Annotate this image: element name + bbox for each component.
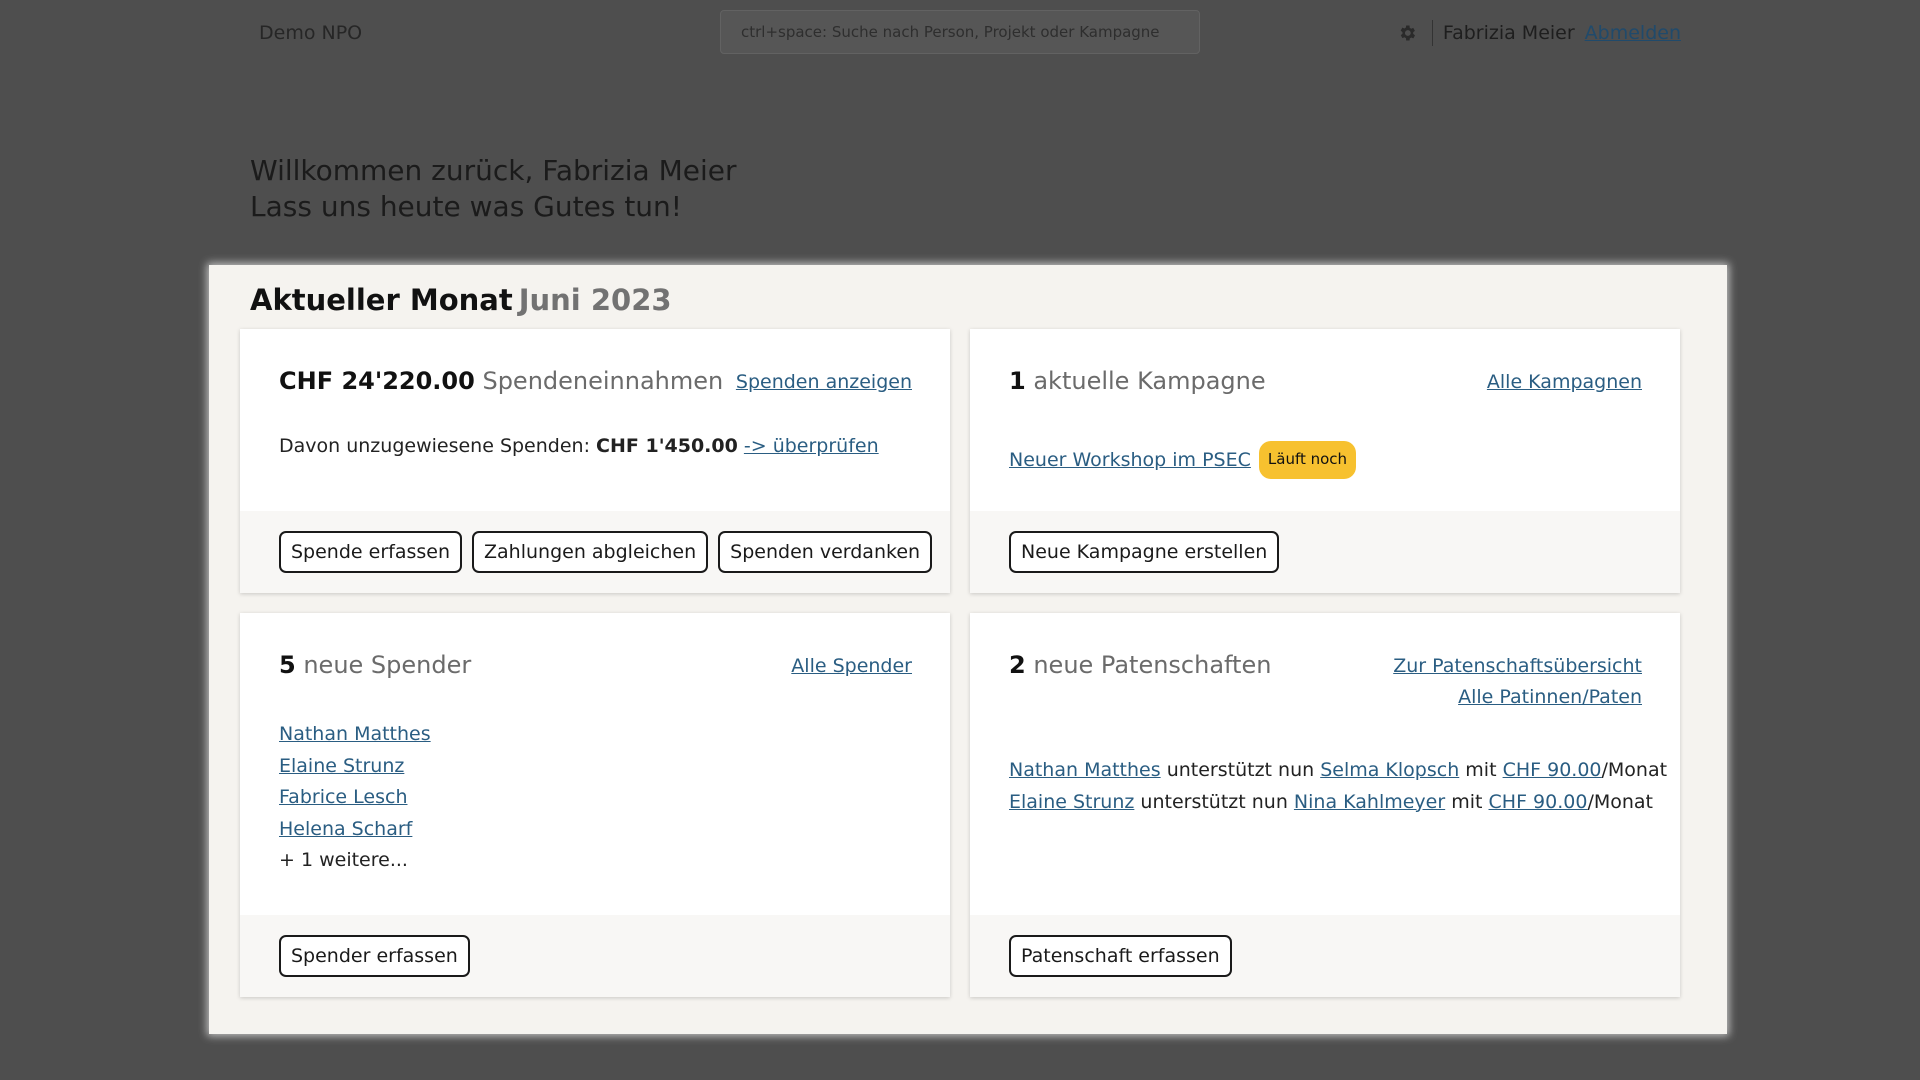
show-donations-link[interactable]: Spenden anzeigen	[736, 367, 912, 398]
campaign-list: Neuer Workshop im PSEC Läuft noch	[1009, 441, 1642, 479]
card-footer: Neue Kampagne erstellen	[970, 511, 1680, 593]
brand-name[interactable]: Demo NPO	[259, 22, 362, 44]
list-item: Helena Scharf	[279, 814, 912, 846]
donations-card: CHF 24'220.00 Spendeneinnahmen Spenden a…	[240, 329, 950, 593]
card-header: CHF 24'220.00 Spendeneinnahmen Spenden a…	[279, 367, 912, 398]
record-donor-button[interactable]: Spender erfassen	[279, 935, 470, 977]
more-donors: + 1 weitere...	[279, 849, 408, 871]
list-item: Nathan Matthes unterstützt nun Selma Klo…	[1009, 755, 1667, 787]
donor-link[interactable]: Nathan Matthes	[279, 723, 431, 745]
sponsorships-label: neue Patenschaften	[1033, 651, 1272, 679]
sponsorships-metric: 2 neue Patenschaften	[1009, 651, 1271, 679]
donors-label: neue Spender	[303, 651, 472, 679]
list-item: Nathan Matthes	[279, 719, 912, 751]
logout-link[interactable]: Abmelden	[1585, 22, 1681, 44]
sponsorship-list: Nathan Matthes unterstützt nun Selma Klo…	[1009, 755, 1667, 819]
donor-link[interactable]: Elaine Strunz	[279, 755, 404, 777]
per-month-text: /Monat	[1601, 759, 1668, 781]
unassigned-donations: Davon unzugewiesene Spenden: CHF 1'450.0…	[279, 435, 912, 457]
amount-link[interactable]: CHF 90.00	[1489, 791, 1588, 813]
search-input[interactable]	[720, 10, 1200, 54]
campaigns-card: 1 aktuelle Kampagne Alle Kampagnen Neuer…	[970, 329, 1680, 593]
supports-text: unterstützt nun	[1140, 790, 1288, 813]
card-footer: Spender erfassen	[240, 915, 950, 997]
unassigned-amount: CHF 1'450.00	[596, 435, 738, 457]
donors-count: 5	[279, 651, 296, 679]
welcome-message: Willkommen zurück, Fabrizia Meier Lass u…	[250, 153, 737, 225]
sponsorships-card: 2 neue Patenschaften Zur Patenschaftsübe…	[970, 613, 1680, 997]
welcome-line-1: Willkommen zurück, Fabrizia Meier	[250, 154, 737, 187]
donor-link[interactable]: Helena Scharf	[279, 818, 412, 840]
list-item: Elaine Strunz	[279, 751, 912, 783]
per-month-text: /Monat	[1587, 790, 1653, 813]
user-name: Fabrizia Meier	[1442, 22, 1575, 44]
campaigns-count: 1	[1009, 367, 1026, 395]
donors-card: 5 neue Spender Alle Spender Nathan Matth…	[240, 613, 950, 997]
status-badge: Läuft noch	[1258, 441, 1357, 479]
top-bar: Demo NPO Fabrizia Meier Abmelden	[0, 0, 1920, 66]
card-header: 5 neue Spender Alle Spender	[279, 651, 912, 682]
current-month-panel: Aktueller Monat Juni 2023 CHF 24'220.00 S…	[209, 265, 1727, 1034]
donors-metric: 5 neue Spender	[279, 651, 471, 679]
child-link[interactable]: Selma Klopsch	[1320, 759, 1459, 781]
sponsor-link[interactable]: Nathan Matthes	[1009, 759, 1161, 781]
create-campaign-button[interactable]: Neue Kampagne erstellen	[1009, 531, 1280, 573]
donations-amount: CHF 24'220.00	[279, 367, 475, 395]
record-donation-button[interactable]: Spende erfassen	[279, 531, 463, 573]
list-item: Fabrice Lesch	[279, 782, 912, 814]
thank-donations-button[interactable]: Spenden verdanken	[718, 531, 933, 573]
gear-icon[interactable]	[1396, 22, 1418, 44]
campaigns-label: aktuelle Kampagne	[1033, 367, 1266, 395]
card-footer: Patenschaft erfassen	[970, 915, 1680, 997]
unassigned-label: Davon unzugewiesene Spenden:	[279, 435, 590, 457]
panel-title: Aktueller Monat Juni 2023	[250, 283, 672, 317]
sponsorships-count: 2	[1009, 651, 1026, 679]
campaigns-metric: 1 aktuelle Kampagne	[1009, 367, 1266, 395]
child-link[interactable]: Nina Kahlmeyer	[1294, 791, 1445, 813]
donations-metric: CHF 24'220.00 Spendeneinnahmen	[279, 367, 723, 395]
card-header: 1 aktuelle Kampagne Alle Kampagnen	[1009, 367, 1642, 398]
with-text: mit	[1465, 759, 1497, 781]
card-header: 2 neue Patenschaften Zur Patenschaftsübe…	[1009, 651, 1642, 713]
record-sponsorship-button[interactable]: Patenschaft erfassen	[1009, 935, 1232, 977]
divider	[1431, 20, 1433, 46]
reconcile-payments-button[interactable]: Zahlungen abgleichen	[472, 531, 709, 573]
campaign-link[interactable]: Neuer Workshop im PSEC	[1009, 449, 1251, 471]
donations-label: Spendeneinnahmen	[482, 367, 724, 395]
amount-link[interactable]: CHF 90.00	[1503, 759, 1602, 781]
card-footer: Spende erfassen Zahlungen abgleichen Spe…	[240, 511, 950, 593]
all-campaigns-link[interactable]: Alle Kampagnen	[1487, 367, 1642, 398]
list-item: Neuer Workshop im PSEC Läuft noch	[1009, 441, 1642, 479]
panel-title-label: Aktueller Monat	[250, 283, 513, 317]
list-item: Elaine Strunz unterstützt nun Nina Kahlm…	[1009, 787, 1653, 819]
donor-link[interactable]: Fabrice Lesch	[279, 786, 407, 808]
with-text: mit	[1451, 790, 1483, 813]
welcome-line-2: Lass uns heute was Gutes tun!	[250, 190, 683, 223]
user-area: Fabrizia Meier Abmelden	[1396, 18, 1681, 48]
supports-text: unterstützt nun	[1166, 759, 1315, 781]
donor-list: Nathan Matthes Elaine Strunz Fabrice Les…	[279, 719, 912, 877]
sponsor-link[interactable]: Elaine Strunz	[1009, 791, 1134, 813]
sponsorship-overview-link[interactable]: Zur Patenschaftsübersicht	[1393, 651, 1642, 682]
all-donors-link[interactable]: Alle Spender	[791, 651, 912, 682]
all-sponsors-link[interactable]: Alle Patinnen/Paten	[1458, 682, 1642, 713]
sponsorship-links: Zur Patenschaftsübersicht Alle Patinnen/…	[1393, 651, 1642, 713]
panel-month: Juni 2023	[518, 283, 672, 317]
review-link[interactable]: -> überprüfen	[744, 435, 879, 457]
